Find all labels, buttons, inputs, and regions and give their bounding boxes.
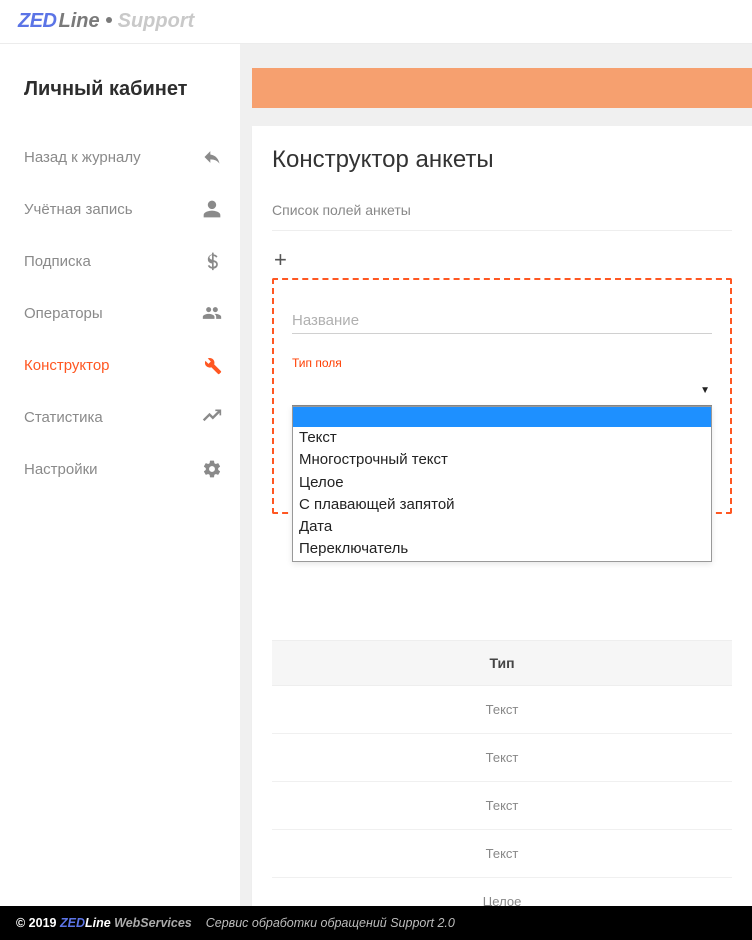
chevron-down-icon: ▼ [700, 385, 710, 396]
main-area: Конструктор анкеты Список полей анкеты +… [240, 44, 752, 906]
sidebar-item-label: Операторы [24, 305, 103, 322]
sidebar-item-statistics[interactable]: Статистика [0, 391, 240, 443]
footer-copyright: © 2019 ZEDLine WebServices [16, 916, 192, 930]
person-icon [202, 199, 222, 219]
sidebar-item-back-to-journal[interactable]: Назад к журналу [0, 131, 240, 183]
logo-line: Line [59, 10, 100, 33]
field-type-option[interactable]: Целое [293, 472, 711, 494]
sidebar-item-label: Конструктор [24, 357, 110, 374]
field-name-input[interactable] [292, 308, 712, 334]
sidebar-item-operators[interactable]: Операторы [0, 287, 240, 339]
people-icon [202, 303, 222, 323]
field-type-label: Тип поля [292, 356, 712, 370]
sidebar-item-label: Настройки [24, 461, 98, 478]
dollar-icon [202, 251, 222, 271]
notification-banner [252, 68, 752, 108]
gear-icon [202, 459, 222, 479]
logo-separator-dot [106, 17, 112, 23]
sidebar-item-account[interactable]: Учётная запись [0, 183, 240, 235]
reply-icon [202, 147, 222, 167]
field-type-option[interactable]: Многострочный текст [293, 449, 711, 471]
table-header-type: Тип [272, 640, 732, 686]
table-row[interactable]: Текст [272, 734, 732, 782]
logo-support: Support [118, 10, 195, 33]
wrench-icon [202, 355, 222, 375]
footer: © 2019 ZEDLine WebServices Сервис обрабо… [0, 906, 752, 940]
sidebar: Личный кабинет Назад к журналу Учётная з… [0, 44, 240, 906]
new-field-form: Тип поля ▼ Текст Многострочный текст Цел… [272, 278, 732, 514]
table-row[interactable]: Целое [272, 878, 732, 906]
chart-icon [202, 407, 222, 427]
field-type-option[interactable]: Дата [293, 516, 711, 538]
field-type-option[interactable]: Текст [293, 427, 711, 449]
constructor-card: Конструктор анкеты Список полей анкеты +… [252, 126, 752, 906]
table-row[interactable]: Текст [272, 782, 732, 830]
page-title: Конструктор анкеты [272, 146, 732, 174]
sidebar-item-label: Подписка [24, 253, 91, 270]
footer-line: Line [85, 916, 111, 930]
sidebar-item-settings[interactable]: Настройки [0, 443, 240, 495]
table-row[interactable]: Текст [272, 830, 732, 878]
top-header: ZED Line Support [0, 0, 752, 44]
footer-copyright-prefix: © 2019 [16, 916, 60, 930]
field-type-dropdown: Текст Многострочный текст Целое С плаваю… [292, 406, 712, 562]
sidebar-item-label: Учётная запись [24, 201, 133, 218]
sidebar-item-subscription[interactable]: Подписка [0, 235, 240, 287]
footer-webservices: WebServices [111, 916, 192, 930]
sidebar-item-label: Статистика [24, 409, 103, 426]
sidebar-title: Личный кабинет [0, 68, 240, 131]
sidebar-item-constructor[interactable]: Конструктор [0, 339, 240, 391]
add-field-button[interactable]: + [272, 249, 289, 271]
footer-zed: ZED [60, 916, 85, 930]
fields-table: Тип Текст Текст Текст Текст Целое Многос… [272, 640, 732, 906]
footer-description: Сервис обработки обращений Support 2.0 [206, 916, 455, 930]
field-type-option[interactable]: Переключатель [293, 538, 711, 560]
logo-zed: ZED [18, 10, 57, 33]
table-row[interactable]: Текст [272, 686, 732, 734]
fields-list-subtitle: Список полей анкеты [272, 202, 732, 231]
field-type-option[interactable]: С плавающей запятой [293, 494, 711, 516]
sidebar-item-label: Назад к журналу [24, 149, 141, 166]
field-type-select[interactable]: ▼ [292, 378, 712, 406]
field-type-option[interactable] [293, 407, 711, 427]
